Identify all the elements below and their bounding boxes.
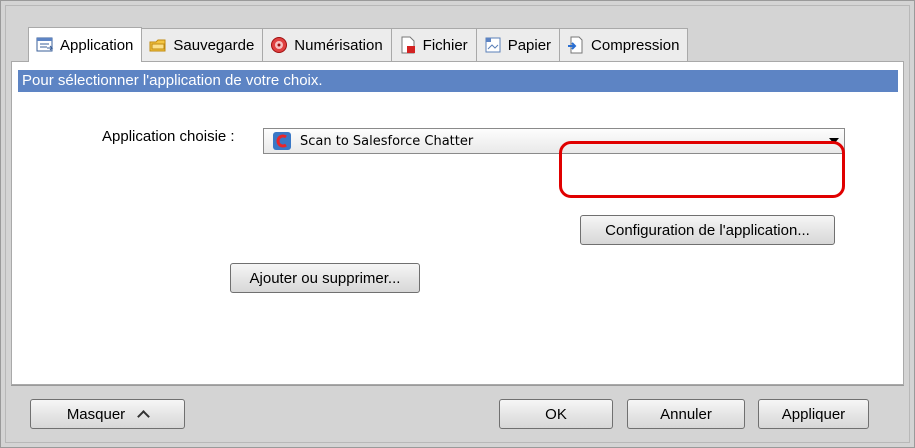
file-icon <box>401 36 415 54</box>
apply-button[interactable]: Appliquer <box>758 399 869 429</box>
application-label: Application choisie : <box>102 128 235 145</box>
tab-label: Numérisation <box>294 36 383 54</box>
tab-bar: Application Sauvegarde Numérisation Fich… <box>28 27 689 62</box>
scan-icon <box>271 37 288 53</box>
compression-icon <box>568 36 583 54</box>
paper-icon <box>485 37 501 53</box>
tab-label: Sauvegarde <box>173 36 255 54</box>
folder-icon <box>149 39 166 52</box>
tab-label: Fichier <box>422 36 468 54</box>
tab-label: Application <box>60 36 134 54</box>
application-icon <box>36 37 54 52</box>
footer-divider <box>11 385 904 386</box>
add-remove-button[interactable]: Ajouter ou supprimer... <box>230 263 420 293</box>
cancel-button[interactable]: Annuler <box>627 399 745 429</box>
application-select-value: Scan to Salesforce Chatter <box>300 133 474 149</box>
ok-button[interactable]: OK <box>499 399 613 429</box>
tab-sauvegarde[interactable]: Sauvegarde <box>141 28 264 61</box>
tab-numerisation[interactable]: Numérisation <box>262 28 392 61</box>
info-banner: Pour sélectionner l'application de votre… <box>18 70 898 92</box>
hide-button-label: Masquer <box>66 405 126 423</box>
scan-settings-dialog: Application Sauvegarde Numérisation Fich… <box>0 0 915 448</box>
application-config-button[interactable]: Configuration de l'application... <box>580 215 835 245</box>
salesforce-chatter-icon <box>273 132 291 150</box>
tab-fichier[interactable]: Fichier <box>390 28 477 61</box>
tab-papier[interactable]: Papier <box>475 28 561 61</box>
tab-label: Papier <box>507 36 552 54</box>
tab-label: Compression <box>591 36 680 54</box>
hide-button[interactable]: Masquer <box>30 399 185 429</box>
highlight-annotation <box>559 141 845 198</box>
chevron-up-icon <box>137 410 151 423</box>
application-panel: Pour sélectionner l'application de votre… <box>11 61 904 385</box>
tab-application[interactable]: Application <box>28 27 143 62</box>
tab-compression[interactable]: Compression <box>559 28 689 61</box>
